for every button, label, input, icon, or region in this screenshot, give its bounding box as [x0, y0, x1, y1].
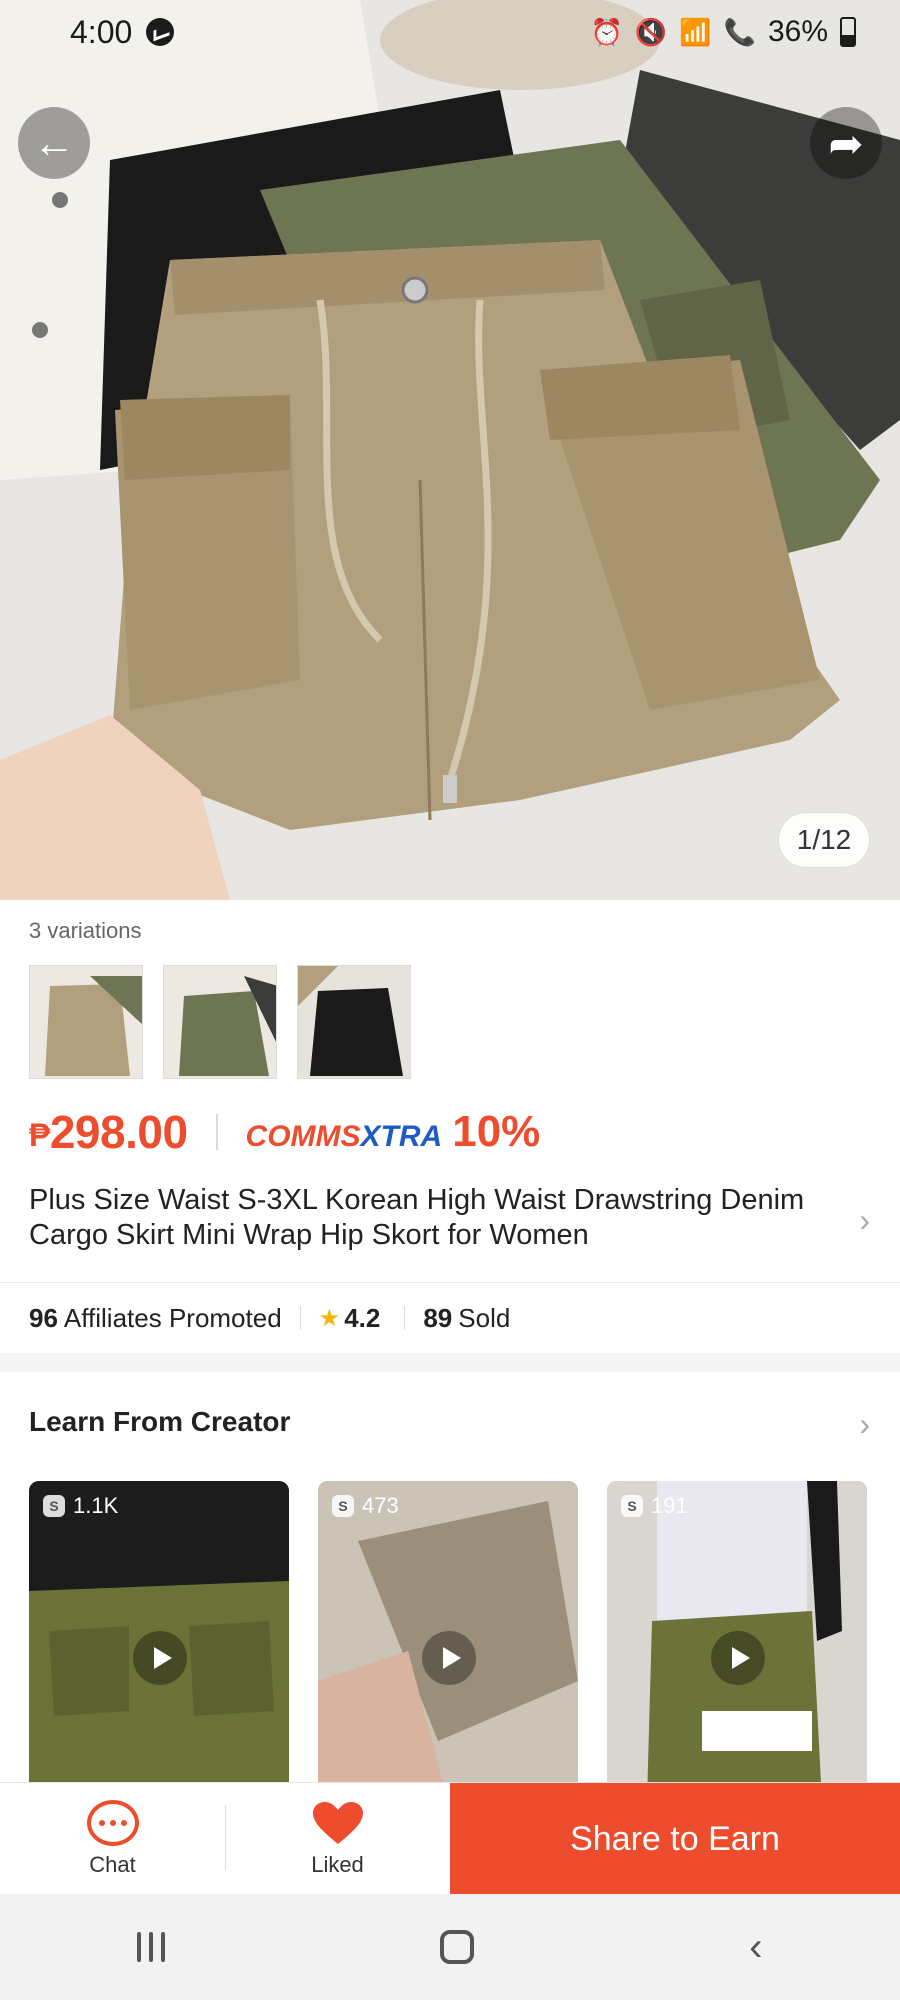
stat-divider: [404, 1306, 406, 1330]
chat-bubble-icon: [86, 1800, 139, 1846]
variation-thumb-black[interactable]: [297, 965, 411, 1079]
play-icon[interactable]: [133, 1631, 187, 1685]
mute-icon: 🔇: [634, 16, 668, 47]
product-price: ₱298.00: [29, 1106, 188, 1158]
view-count: S 191: [621, 1493, 688, 1519]
product-stats: 96 Affiliates Promoted ★ 4.2 89 Sold: [0, 1283, 900, 1353]
creator-video-2[interactable]: S 473: [318, 1481, 578, 1801]
learn-from-creator-section: Learn From Creator › S 1.1K S 473 S 191: [0, 1372, 900, 1801]
rating-value: 4.2: [344, 1302, 381, 1333]
back-chevron-icon[interactable]: ‹: [749, 1925, 762, 1970]
comms-xtra-badge: COMMS XTRA 10%: [245, 1107, 541, 1156]
price-row: ₱298.00 COMMS XTRA 10%: [29, 1105, 540, 1159]
play-icon[interactable]: [711, 1631, 765, 1685]
shopee-video-icon: S: [43, 1495, 65, 1517]
product-title[interactable]: Plus Size Waist S-3XL Korean High Waist …: [29, 1183, 849, 1253]
variations-label: 3 variations: [29, 918, 142, 943]
heart-icon: [312, 1802, 363, 1844]
recents-icon[interactable]: [137, 1932, 166, 1962]
liked-label: Liked: [311, 1852, 364, 1877]
shopee-video-icon: S: [621, 1495, 643, 1517]
view-count: S 1.1K: [43, 1493, 118, 1519]
wifi-icon: 📶: [679, 16, 712, 47]
price-divider: [215, 1114, 218, 1150]
product-image-carousel[interactable]: 4:00 ⏰ 🔇 📶 📞 36% ← ➦ 1/12: [0, 0, 900, 900]
status-time: 4:00: [70, 13, 133, 50]
sold-label: Sold: [458, 1302, 511, 1333]
shopee-video-icon: S: [332, 1495, 354, 1517]
creator-video-1[interactable]: S 1.1K: [29, 1481, 289, 1801]
sold-count: 89: [423, 1302, 453, 1333]
system-nav-bar: ‹: [0, 1894, 900, 2000]
stat-divider: [299, 1306, 301, 1330]
creator-video-3[interactable]: S 191: [607, 1481, 867, 1801]
variation-thumbnails: [29, 965, 411, 1079]
commission-percent: 10%: [452, 1107, 541, 1156]
chat-label: Chat: [89, 1852, 136, 1877]
chevron-right-icon[interactable]: ›: [859, 1406, 870, 1443]
view-count: S 473: [332, 1493, 399, 1519]
arrow-left-icon: ←: [33, 119, 75, 166]
battery-icon: [840, 17, 856, 47]
variation-thumb-green[interactable]: [163, 965, 277, 1079]
product-photo: [0, 0, 900, 900]
battery-percent: 36%: [767, 15, 828, 48]
share-to-earn-button[interactable]: Share to Earn: [450, 1783, 900, 1895]
affiliates-count: 96: [29, 1302, 58, 1333]
section-title: Learn From Creator: [29, 1406, 291, 1437]
home-icon[interactable]: [440, 1930, 475, 1964]
chevron-right-icon[interactable]: ›: [859, 1202, 870, 1239]
chat-button[interactable]: Chat: [0, 1783, 225, 1895]
product-info: 3 variations ₱298.00 COMMS XTRA 10% Plus …: [0, 900, 900, 1283]
status-bar: 4:00 ⏰ 🔇 📶 📞 36%: [0, 0, 900, 64]
back-button[interactable]: ←: [18, 107, 90, 179]
share-arrow-icon: ➦: [828, 119, 864, 167]
play-icon[interactable]: [422, 1631, 476, 1685]
messenger-icon: [146, 18, 175, 46]
share-button[interactable]: ➦: [810, 107, 882, 179]
alarm-icon: ⏰: [590, 16, 623, 47]
bottom-action-bar: Chat Liked Share to Earn: [0, 1782, 900, 1895]
variation-thumb-khaki[interactable]: [29, 965, 143, 1079]
image-counter: 1/12: [778, 812, 870, 868]
affiliates-label: Affiliates Promoted: [63, 1302, 282, 1333]
star-icon: ★: [318, 1304, 341, 1332]
call-icon: 📞: [723, 16, 756, 47]
like-button[interactable]: Liked: [225, 1783, 450, 1895]
creator-videos: S 1.1K S 473 S 191: [29, 1481, 867, 1801]
